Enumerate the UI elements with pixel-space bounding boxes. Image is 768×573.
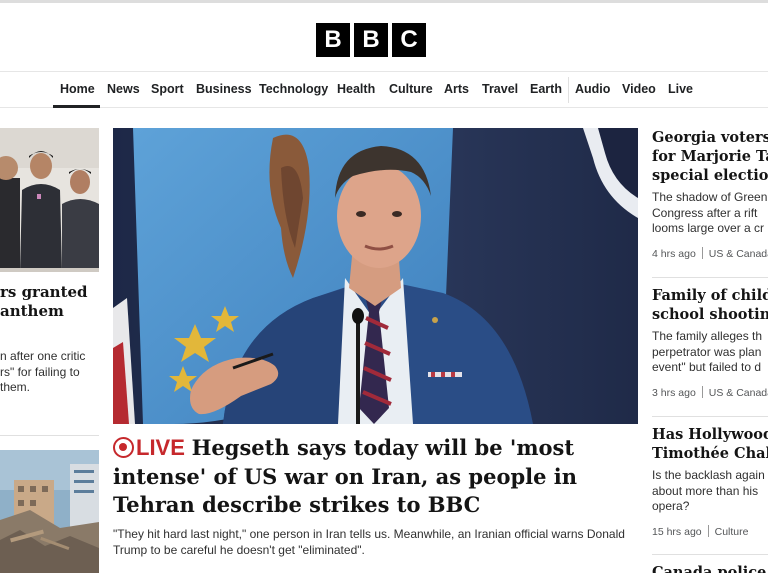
live-label: LIVE	[136, 435, 185, 460]
right-story-summary: The family alleges th perpetrator was pl…	[652, 329, 763, 374]
right-story-summary: The shadow of Green Congress after a rif…	[652, 190, 768, 235]
main-story-headline[interactable]: LIVE Hegseth says today will be 'most in…	[113, 434, 638, 520]
right-story-headline[interactable]: Georgia voters to for Marjorie Tay speci…	[652, 128, 768, 185]
meta-separator	[701, 385, 703, 398]
story-timestamp: 15 hrs ago	[652, 525, 702, 538]
main-story-image[interactable]	[113, 128, 638, 424]
nav-divider	[568, 77, 569, 103]
nav-item-business[interactable]: Business	[196, 82, 252, 96]
left-story-image-2[interactable]	[0, 450, 99, 573]
right-story-headline[interactable]: Has Hollywood g Timothée Chalam	[652, 425, 768, 463]
left-story-headline[interactable]: rs granted anthem	[0, 283, 99, 321]
divider	[652, 554, 768, 555]
right-story[interactable]: Canada police in	[652, 563, 768, 573]
right-story-meta: 15 hrs ago Culture	[652, 524, 768, 538]
logo-letter: B	[354, 23, 388, 57]
live-icon	[113, 437, 134, 458]
right-story[interactable]: Has Hollywood g Timothée Chalam Is the b…	[652, 425, 768, 538]
nav-item-home[interactable]: Home	[60, 82, 95, 96]
story-section-link[interactable]: US & Canada	[709, 387, 768, 399]
nav-item-travel[interactable]: Travel	[482, 82, 518, 96]
story-section-link[interactable]: Culture	[715, 526, 749, 538]
logo-letter: B	[316, 23, 350, 57]
divider	[652, 416, 768, 417]
main-story-summary: "They hit hard last night," one person i…	[113, 527, 625, 557]
main-nav: Home News Sport Business Technology Heal…	[0, 72, 768, 108]
nav-item-technology[interactable]: Technology	[259, 82, 328, 96]
nav-item-health[interactable]: Health	[337, 82, 375, 96]
active-nav-indicator	[53, 105, 100, 108]
story-timestamp: 3 hrs ago	[652, 386, 696, 399]
divider	[0, 435, 99, 436]
meta-separator	[701, 246, 703, 259]
nav-item-arts[interactable]: Arts	[444, 82, 469, 96]
left-story-summary: n after one critic rs" for failing to th…	[0, 349, 86, 394]
right-story-meta: 3 hrs ago US & Canada	[652, 385, 768, 399]
right-story-meta: 4 hrs ago US & Canada	[652, 246, 768, 260]
right-story-summary: Is the backlash again about more than hi…	[652, 468, 765, 513]
right-story-headline[interactable]: Canada police in	[652, 563, 768, 573]
story-timestamp: 4 hrs ago	[652, 247, 696, 260]
story-section-link[interactable]: US & Canada	[709, 248, 768, 260]
nav-item-video[interactable]: Video	[622, 82, 656, 96]
divider	[652, 277, 768, 278]
right-story[interactable]: Family of child in school shooting The f…	[652, 286, 768, 399]
meta-separator	[707, 524, 709, 537]
bbc-logo[interactable]: B B C	[316, 23, 426, 57]
right-story-headline[interactable]: Family of child in school shooting	[652, 286, 768, 324]
logo-letter: C	[392, 23, 426, 57]
nav-item-culture[interactable]: Culture	[389, 82, 433, 96]
nav-item-live[interactable]: Live	[668, 82, 693, 96]
nav-item-audio[interactable]: Audio	[575, 82, 610, 96]
left-story-image[interactable]	[0, 128, 99, 272]
live-badge: LIVE	[113, 435, 185, 460]
nav-item-sport[interactable]: Sport	[151, 82, 184, 96]
nav-item-news[interactable]: News	[107, 82, 140, 96]
nav-item-earth[interactable]: Earth	[530, 82, 562, 96]
site-header: B B C	[0, 0, 768, 72]
right-story[interactable]: Georgia voters to for Marjorie Tay speci…	[652, 128, 768, 260]
